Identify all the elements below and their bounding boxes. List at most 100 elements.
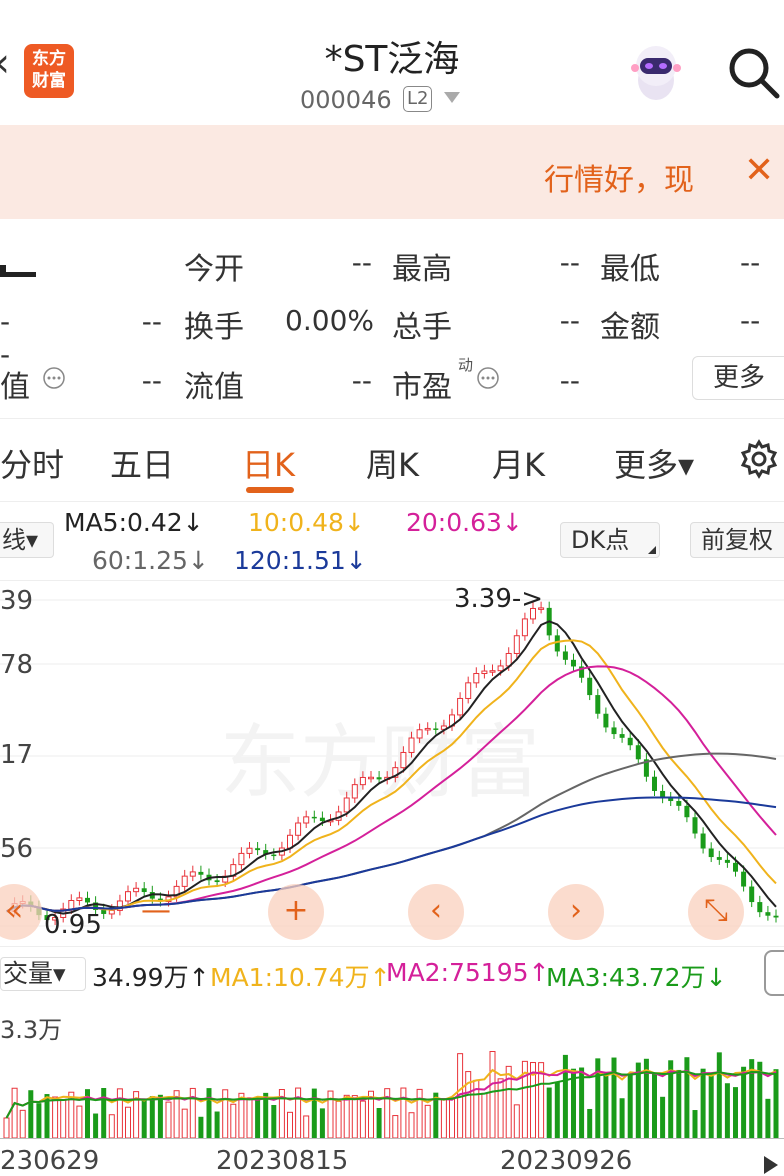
tab-five-day[interactable]: 五日 bbox=[110, 440, 174, 486]
zoom-in-icon[interactable]: + bbox=[268, 884, 324, 940]
volume-bar bbox=[181, 1108, 188, 1139]
candle-body bbox=[76, 897, 83, 902]
label-low: 最低 bbox=[600, 252, 660, 287]
candle-body bbox=[424, 727, 431, 731]
value-turnover: 0.00% bbox=[285, 304, 374, 337]
volume-bar bbox=[287, 1111, 293, 1139]
volume-bar bbox=[28, 1090, 34, 1138]
candle-body bbox=[595, 695, 601, 714]
volume-bar bbox=[497, 1078, 504, 1139]
value-low: -- bbox=[740, 246, 761, 279]
ma60-value: 60:1.25↓ bbox=[92, 546, 209, 575]
candle-body bbox=[733, 862, 738, 872]
volume-indicator-selector[interactable]: 交量▾ bbox=[0, 957, 86, 991]
volume-bar bbox=[222, 1089, 229, 1139]
candle-body bbox=[311, 816, 317, 819]
tab-monthly-k[interactable]: 月K bbox=[492, 440, 545, 486]
level2-badge[interactable]: L2 bbox=[403, 86, 433, 112]
chevron-down-icon[interactable] bbox=[444, 92, 460, 103]
collapse-panel-icon[interactable] bbox=[764, 950, 784, 996]
volume-bar bbox=[684, 1057, 690, 1138]
candle-body bbox=[627, 737, 633, 746]
active-tab-indicator bbox=[246, 487, 294, 493]
label-turnover: 换手 bbox=[184, 310, 244, 345]
volume-bar bbox=[271, 1104, 277, 1138]
value-open: -- bbox=[351, 246, 372, 279]
volume-ma3: MA3:43.72万↓ bbox=[546, 963, 727, 992]
candle-body bbox=[571, 659, 576, 667]
candle-body bbox=[376, 777, 382, 780]
volume-bar bbox=[765, 1098, 771, 1138]
banner-text[interactable]: 行情好，现 bbox=[544, 155, 694, 199]
high-annotation: 3.39-> bbox=[454, 584, 544, 614]
ma5-value: MA5:0.42↓ bbox=[64, 508, 204, 537]
volume-bar bbox=[611, 1057, 617, 1138]
candle-body bbox=[295, 822, 302, 836]
info-icon[interactable] bbox=[476, 366, 500, 394]
next-icon[interactable]: › bbox=[548, 884, 604, 940]
volume-bar bbox=[206, 1088, 212, 1138]
candle-body bbox=[765, 912, 771, 916]
volume-bar bbox=[198, 1116, 204, 1138]
volume-bar bbox=[489, 1050, 496, 1139]
candles-group bbox=[11, 601, 779, 926]
previous-icon[interactable]: ‹ bbox=[408, 884, 464, 940]
volume-bar bbox=[424, 1104, 431, 1139]
candle-body bbox=[513, 635, 520, 654]
fullscreen-icon[interactable]: ⤡ bbox=[688, 884, 744, 940]
volume-bar bbox=[724, 1083, 730, 1138]
label-amount: 金额 bbox=[600, 310, 660, 345]
value-high: -- bbox=[559, 246, 580, 279]
volume-bar bbox=[351, 1095, 358, 1139]
search-icon[interactable] bbox=[725, 44, 781, 100]
candle-body bbox=[214, 880, 220, 883]
volume-bar bbox=[343, 1094, 350, 1139]
price-adjust-button[interactable]: 前复权 bbox=[690, 522, 784, 558]
volume-bar bbox=[676, 1069, 682, 1138]
ma120-value: 120:1.51↓ bbox=[234, 546, 367, 575]
volume-bar bbox=[11, 1087, 18, 1139]
candle-body bbox=[255, 848, 261, 851]
stock-code[interactable]: 000046 bbox=[300, 86, 392, 114]
candle-body bbox=[465, 682, 472, 699]
info-icon[interactable] bbox=[42, 366, 66, 394]
top-header: ‹ 东方 财富 *ST泛海 000046 L2 bbox=[0, 0, 784, 125]
zoom-out-icon[interactable]: — bbox=[128, 884, 184, 940]
tab-more[interactable]: 更多▾ bbox=[614, 440, 694, 486]
candle-body bbox=[319, 817, 325, 822]
more-quote-button[interactable]: 更多 bbox=[692, 356, 784, 400]
volume-bar bbox=[513, 1104, 520, 1139]
volume-bar bbox=[449, 1097, 455, 1139]
volume-bar bbox=[603, 1073, 609, 1138]
volume-bar bbox=[562, 1054, 568, 1138]
close-icon[interactable]: ✕ bbox=[744, 150, 774, 191]
pe-superscript: 动 bbox=[458, 356, 474, 374]
candle-body bbox=[359, 776, 366, 786]
kline-type-selector[interactable]: 线▾ bbox=[0, 522, 54, 558]
volume-bar bbox=[93, 1113, 99, 1138]
robot-assistant-icon[interactable] bbox=[624, 40, 688, 104]
volume-bar bbox=[214, 1111, 220, 1138]
kline-chart[interactable]: 东方财富 bbox=[0, 580, 784, 945]
dk-point-button[interactable]: DK点 bbox=[560, 522, 660, 558]
volume-bar bbox=[741, 1066, 747, 1138]
volume-bar bbox=[303, 1115, 310, 1139]
candle-body bbox=[724, 859, 730, 863]
tab-weekly-k[interactable]: 周K bbox=[366, 440, 419, 486]
tab-daily-k[interactable]: 日K bbox=[242, 440, 295, 486]
volume-chart[interactable] bbox=[0, 1000, 784, 1140]
candle-body bbox=[757, 902, 763, 913]
candle-body bbox=[668, 798, 674, 802]
candle-body bbox=[497, 665, 504, 672]
volume-bar bbox=[52, 1096, 59, 1139]
volume-bar bbox=[652, 1073, 657, 1138]
label-pe: 市盈 bbox=[392, 370, 452, 405]
value-pe: -- bbox=[559, 364, 580, 397]
gear-icon[interactable] bbox=[738, 438, 780, 484]
volume-bar bbox=[60, 1098, 67, 1139]
candle-body bbox=[684, 805, 690, 818]
tab-intraday[interactable]: 分时 bbox=[0, 440, 64, 486]
play-icon[interactable] bbox=[764, 1156, 778, 1174]
candle-body bbox=[246, 847, 253, 854]
candle-body bbox=[287, 834, 293, 849]
